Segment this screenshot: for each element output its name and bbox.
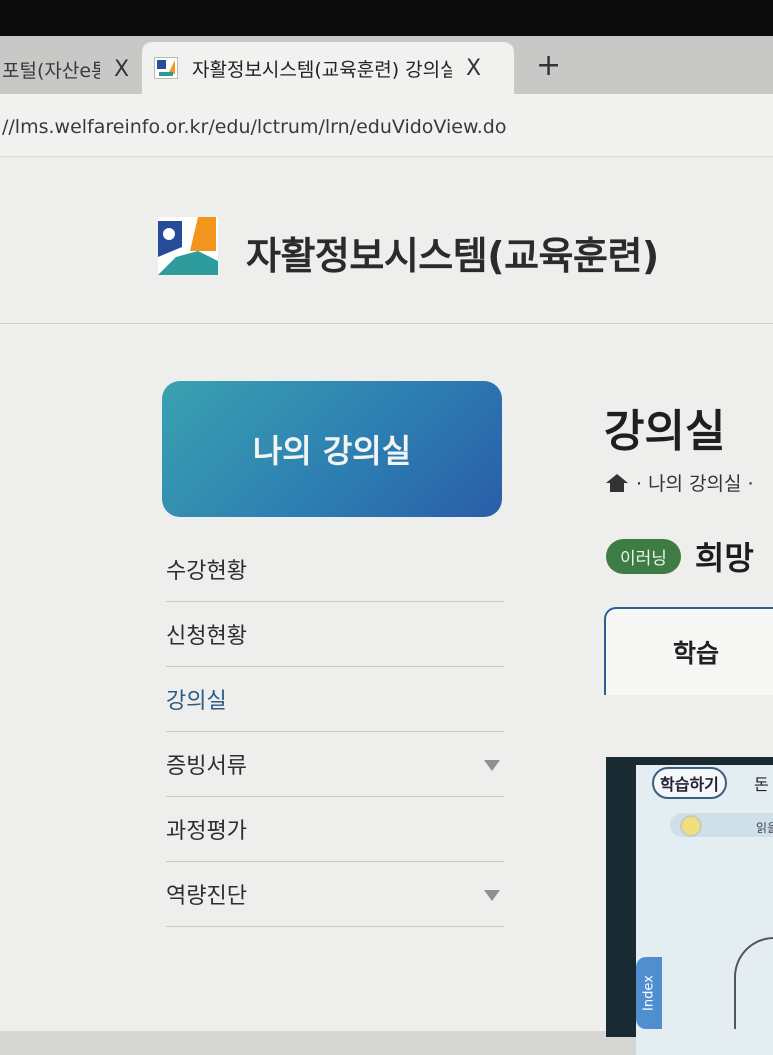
sidebar-item-label: 과정평가 — [166, 819, 247, 844]
hint-text: 읽을 — [756, 821, 773, 835]
breadcrumb: · 나의 강의실 · — [606, 469, 754, 496]
course-header: 이러닝 희망 — [606, 533, 754, 579]
sidebar-item-course-evaluation[interactable]: 과정평가 — [166, 797, 504, 862]
site-favicon-icon — [154, 57, 178, 79]
sidebar-item-label: 수강현황 — [166, 559, 247, 584]
course-title: 희망 — [694, 539, 754, 577]
study-button[interactable]: 학습하기 — [652, 767, 727, 799]
url-text[interactable]: //lms.welfareinfo.or.kr/edu/lctrum/lrn/e… — [2, 116, 506, 138]
sidebar-item-competency-diagnosis[interactable]: 역량진단 — [166, 862, 504, 927]
browser-tab-active[interactable]: 자활정보시스템(교육훈련) 강의실 X — [142, 42, 514, 94]
close-icon[interactable]: X — [114, 57, 129, 82]
tab-study[interactable]: 학습 — [604, 607, 773, 695]
sidebar-item-label: 증빙서류 — [166, 754, 247, 779]
breadcrumb-text[interactable]: · 나의 강의실 · — [636, 469, 754, 496]
sidebar-item-label: 강의실 — [166, 689, 227, 714]
web-page: 자활정보시스템(교육훈련) 나의 강의실 수강현황 신청현황 강의실 증빙서류 … — [0, 157, 773, 1055]
browser-tab-prev[interactable]: 포털(자산e통 X — [0, 44, 140, 94]
player-next-button[interactable]: 돈 — [754, 771, 769, 795]
home-icon[interactable] — [606, 473, 628, 492]
video-player[interactable]: 학습하기 돈 읽을 Index — [606, 757, 773, 1055]
tab-title: 자활정보시스템(교육훈련) 강의실 — [192, 58, 452, 81]
site-header: 자활정보시스템(교육훈련) — [0, 157, 773, 324]
lightbulb-icon — [680, 815, 702, 837]
tab-title: 포털(자산e통 — [2, 59, 100, 82]
elearning-badge: 이러닝 — [606, 538, 681, 574]
page-title: 강의실 — [604, 406, 726, 457]
site-title[interactable]: 자활정보시스템(교육훈련) — [246, 225, 659, 280]
address-bar[interactable]: //lms.welfareinfo.or.kr/edu/lctrum/lrn/e… — [0, 94, 773, 157]
sidebar-item-certificates[interactable]: 증빙서류 — [166, 732, 504, 797]
sidebar-item-label: 역량진단 — [166, 884, 247, 909]
chevron-down-icon[interactable] — [484, 760, 500, 771]
new-tab-button[interactable]: + — [536, 48, 561, 83]
index-tab[interactable]: Index — [636, 957, 662, 1029]
sidebar-menu: 수강현황 신청현황 강의실 증빙서류 과정평가 역량진단 — [166, 537, 504, 927]
sidebar-item-application-status[interactable]: 신청현황 — [166, 602, 504, 667]
close-icon[interactable]: X — [466, 56, 481, 81]
chevron-down-icon[interactable] — [484, 890, 500, 901]
sidebar-item-classroom[interactable]: 강의실 — [166, 667, 504, 732]
screen-top-bezel — [0, 0, 773, 36]
site-logo-icon[interactable] — [158, 217, 218, 275]
my-classroom-heading[interactable]: 나의 강의실 — [162, 381, 502, 517]
sidebar-item-label: 신청현황 — [166, 624, 247, 649]
sidebar-item-enrollment-status[interactable]: 수강현황 — [166, 537, 504, 602]
